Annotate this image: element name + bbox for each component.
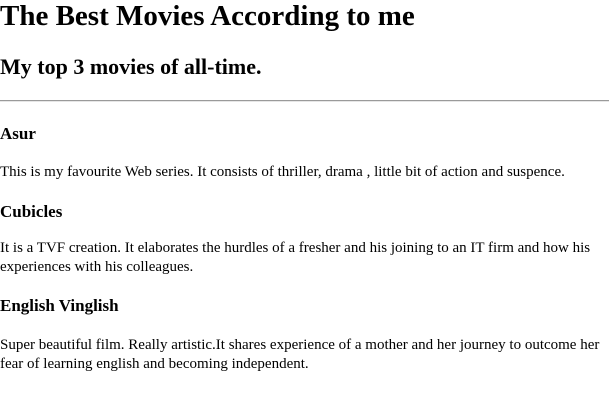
movie-description-cubicles: It is a TVF creation. It elaborates the … bbox=[0, 240, 591, 275]
movie-description-asur: This is my favourite Web series. It cons… bbox=[0, 164, 565, 180]
movie-title-english-vinglish: English Vinglish bbox=[0, 296, 119, 315]
movie-title-cubicles: Cubicles bbox=[0, 202, 63, 221]
page-title: The Best Movies According to me bbox=[0, 0, 415, 32]
page: The Best Movies According to me My top 3… bbox=[0, 0, 616, 404]
movie-title-asur: Asur bbox=[0, 124, 36, 143]
divider bbox=[0, 100, 609, 102]
movie-description-english-vinglish: Super beautiful film. Really artistic.It… bbox=[0, 337, 600, 372]
page-subtitle: My top 3 movies of all-time. bbox=[0, 54, 262, 79]
